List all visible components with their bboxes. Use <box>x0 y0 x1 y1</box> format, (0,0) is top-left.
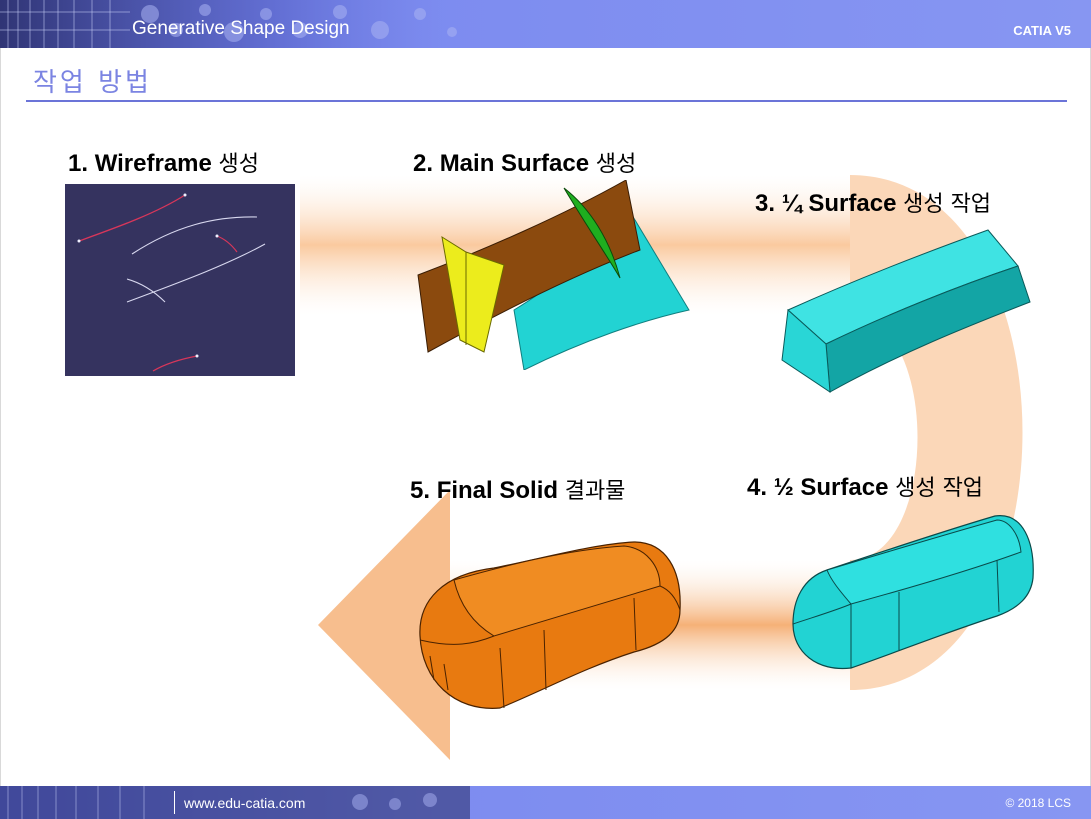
footer-separator <box>174 791 175 814</box>
step-2-name: Main Surface <box>439 150 590 177</box>
step-5-name: Final Solid <box>436 477 559 504</box>
quarter-surface-image <box>781 229 1031 393</box>
step-4-number: 4. <box>747 474 768 501</box>
step-1-number: 1. <box>68 150 89 177</box>
main-surface-image <box>417 180 690 370</box>
step-3-name: ¼ Surface <box>781 190 897 217</box>
final-solid-image <box>419 541 681 709</box>
footer-copyright: © 2018 LCS <box>1005 796 1071 810</box>
step-5-label: 5. Final Solid 결과물 <box>410 473 625 505</box>
step-1-suffix: 생성 <box>218 152 260 177</box>
step-5-number: 5. <box>410 477 431 504</box>
step-3-number: 3. <box>755 190 776 217</box>
step-2-number: 2. <box>413 150 434 177</box>
step-1-name: Wireframe <box>94 150 212 177</box>
footer-website-link[interactable]: www.edu-catia.com <box>184 795 305 811</box>
step-3-suffix: 생성 작업 <box>903 192 992 217</box>
step-4-label: 4. ½ Surface 생성 작업 <box>747 470 983 502</box>
step-5-suffix: 결과물 <box>564 479 626 504</box>
wireframe-image <box>65 184 295 376</box>
footer-band: www.edu-catia.com © 2018 LCS <box>0 786 1091 819</box>
step-2-label: 2. Main Surface 생성 <box>413 146 636 178</box>
step-2-suffix: 생성 <box>595 152 637 177</box>
half-surface-image <box>792 515 1034 670</box>
step-1-label: 1. Wireframe 생성 <box>68 146 259 178</box>
step-3-label: 3. ¼ Surface 생성 작업 <box>755 186 991 218</box>
step-4-name: ½ Surface <box>773 474 889 501</box>
step-4-suffix: 생성 작업 <box>895 476 984 501</box>
